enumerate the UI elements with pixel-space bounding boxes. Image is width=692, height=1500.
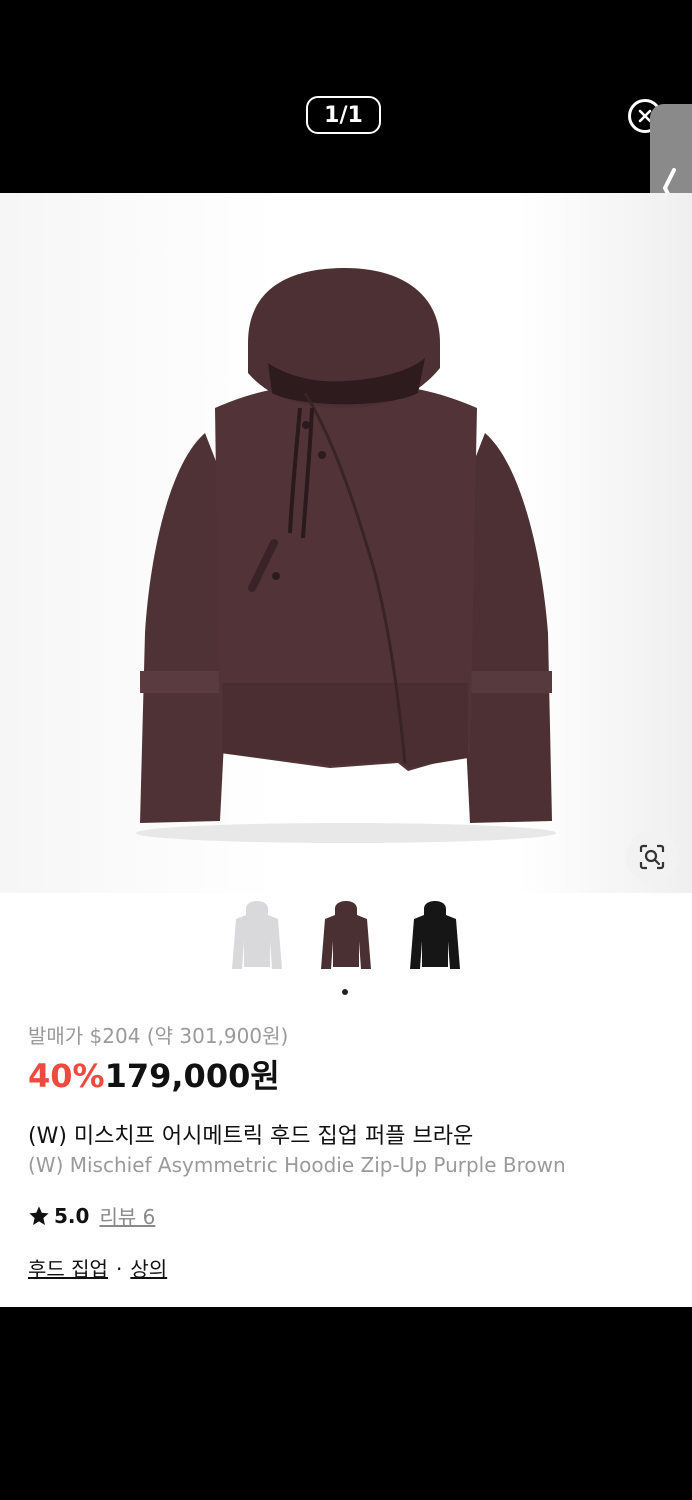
thumbnail-white[interactable] <box>224 901 290 981</box>
review-count-link[interactable]: 리뷰 6 <box>99 1201 155 1230</box>
thumbnail-indicator-dot <box>342 989 348 995</box>
category-breadcrumb: 후드 집업 · 상의 <box>28 1253 167 1282</box>
category-link-top[interactable]: 상의 <box>130 1257 167 1281</box>
product-name-korean: (W) 미스치프 어시메트릭 후드 집업 퍼플 브라운 <box>28 1124 474 1149</box>
sale-price: 179,000원 <box>104 1057 280 1095</box>
lens-search-button[interactable] <box>626 831 678 883</box>
price-row: 40%179,000원 <box>28 1051 280 1097</box>
star-icon <box>29 1205 49 1225</box>
product-detail: 발매가 $204 (약 301,900원) 40%179,000원 (W) 미스… <box>0 193 692 1307</box>
hoodie-image <box>136 268 556 843</box>
color-thumbnails <box>0 901 692 981</box>
lens-search-icon <box>639 844 665 870</box>
hoodie-thumbnail-icon <box>321 901 371 969</box>
product-image[interactable] <box>0 193 692 893</box>
discount-rate: 40% <box>28 1057 105 1095</box>
thumbnail-purple-brown[interactable] <box>313 901 379 981</box>
thumbnail-black[interactable] <box>402 901 468 981</box>
product-name-english: (W) Mischief Asymmetric Hoodie Zip-Up Pu… <box>28 1153 566 1177</box>
hoodie-thumbnail-icon <box>232 901 282 969</box>
image-counter: 1/1 <box>306 96 381 134</box>
rating-row: 5.0 리뷰 6 <box>28 1201 155 1230</box>
viewer-bottom-area <box>0 1307 692 1500</box>
category-link-hood-zipup[interactable]: 후드 집업 <box>28 1257 108 1281</box>
rating-value: 5.0 <box>54 1203 90 1228</box>
category-separator: · <box>115 1257 123 1281</box>
hoodie-thumbnail-icon <box>410 901 460 969</box>
viewer-top-bar: 1/1 <box>0 0 692 193</box>
original-price: 발매가 $204 (약 301,900원) <box>28 1024 289 1048</box>
